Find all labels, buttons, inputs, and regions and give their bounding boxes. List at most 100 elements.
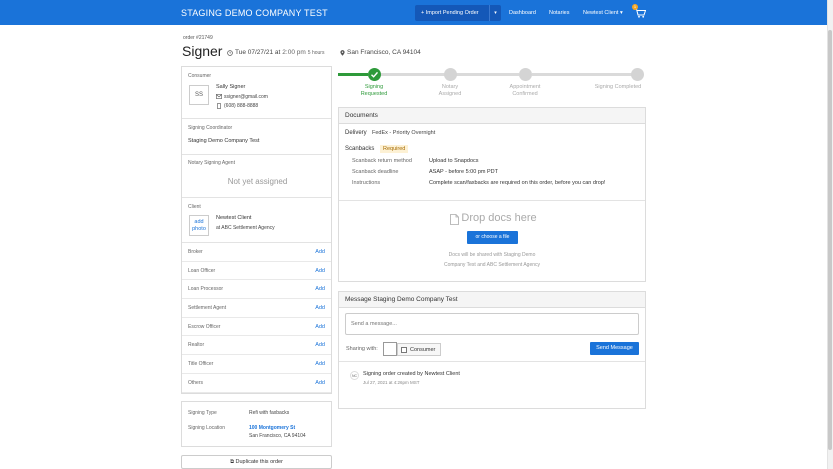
client-label: Client	[188, 204, 201, 210]
drop-note-line-1: Docs will be shared with Staging Demo	[448, 252, 536, 258]
top-navbar	[0, 0, 827, 25]
order-date: Tue 07/27/21 at	[235, 49, 281, 56]
role-label: Title Officer	[188, 361, 214, 368]
signing-type-value: Refi with faxbacks	[249, 410, 290, 416]
step-line1: Signing Completed	[594, 84, 642, 90]
brand-title[interactable]: STAGING DEMO COMPANY TEST	[181, 8, 328, 18]
consumer-name[interactable]: Sally Signer	[216, 84, 245, 90]
scanback-deadline-value: ASAP - before 5:00 pm PDT	[429, 169, 498, 175]
order-time: 2:00 pm	[282, 49, 306, 56]
role-add-link[interactable]: Add	[315, 342, 325, 348]
signing-location-city: San Francisco, CA 94104	[249, 433, 306, 439]
add-client-photo-button[interactable]: add photo	[189, 215, 209, 236]
activity-text: Signing order created by Newtest Client	[363, 371, 460, 377]
role-add-link[interactable]: Add	[315, 268, 325, 274]
step-dot	[444, 68, 457, 81]
nav-notaries[interactable]: Notaries	[549, 10, 569, 16]
broken-image-icon	[383, 342, 397, 356]
message-input[interactable]	[345, 313, 639, 335]
duplicate-label[interactable]: Duplicate this order	[236, 459, 283, 465]
check-icon	[371, 71, 379, 78]
notary-status: Not yet assigned	[227, 177, 288, 186]
role-row-escrow-officer: Escrow Officer Add	[182, 318, 331, 337]
email-icon	[216, 94, 222, 99]
scanback-method-label: Scanback return method	[352, 158, 412, 164]
step-line1: Appointment	[509, 84, 541, 90]
role-add-link[interactable]: Add	[315, 361, 325, 367]
choose-file-button[interactable]: or choose a file	[467, 231, 518, 244]
role-add-link[interactable]: Add	[315, 324, 325, 330]
nav-account-menu[interactable]: Newtest Client ▾	[583, 10, 623, 16]
client-section: Client add photo Newtest Client at ABC S…	[182, 198, 331, 243]
consumer-phone[interactable]: (608) 888-8888	[224, 103, 258, 109]
activity-author: Newtest Client	[424, 371, 460, 377]
role-add-link[interactable]: Add	[315, 249, 325, 255]
order-progress: Signing Requested Notary Assigned Appointm…	[338, 67, 646, 101]
coordinator-label: Signing Coordinator	[188, 125, 233, 131]
progress-line	[532, 73, 632, 76]
step-line2: Assigned	[438, 91, 462, 97]
divider	[339, 361, 645, 362]
add-photo-line-2[interactable]: photo	[190, 226, 208, 232]
import-dropdown-caret-icon[interactable]: ▾	[489, 5, 501, 21]
instructions-label: Instructions	[352, 180, 381, 186]
divider	[339, 200, 645, 201]
role-row-others: Others Add	[182, 374, 331, 393]
notary-label: Notary Signing Agent	[188, 160, 235, 166]
import-pending-order-button[interactable]: + Import Pending Order ▾	[415, 5, 501, 21]
message-title: Message Staging Demo Company Test	[339, 292, 645, 308]
role-label: Loan Officer	[188, 267, 216, 274]
role-label: Loan Processor	[188, 286, 224, 293]
step-dot	[519, 68, 532, 81]
activity-time: Jul 27, 2021 at 4:26pm MST	[363, 380, 420, 385]
role-label: Settlement Agent	[188, 305, 227, 312]
role-row-realtor: Realtor Add	[182, 336, 331, 356]
role-label: Others	[188, 379, 204, 386]
step-dot-done	[368, 68, 381, 81]
duplicate-order-button[interactable]: ⧉ Duplicate this order	[181, 455, 332, 469]
step-line1: Notary	[441, 84, 459, 90]
scanback-deadline-label: Scanback deadline	[352, 169, 399, 175]
signing-location-street[interactable]: 100 Montgomery St	[249, 425, 295, 431]
send-message-button[interactable]: Send Message	[590, 342, 639, 355]
instructions-value: Complete scan/faxbacks are required on t…	[429, 180, 606, 186]
signing-info-card: Signing Type Refi with faxbacks Signing …	[181, 401, 332, 447]
role-row-loan-officer: Loan Officer Add	[182, 262, 331, 281]
role-label: Broker	[188, 249, 203, 255]
map-pin-icon	[340, 49, 345, 56]
consumer-share-checkbox[interactable]	[401, 347, 407, 353]
progress-line	[380, 73, 445, 76]
progress-line-done	[338, 73, 368, 76]
role-add-link[interactable]: Add	[315, 380, 325, 386]
order-datetime: Tue 07/27/21 at 2:00 pm 5 hours	[227, 49, 324, 56]
signing-location-label: Signing Location	[188, 425, 225, 431]
step-label-confirmed: Appointment Confirmed	[505, 84, 545, 98]
activity-text-main: Signing order created by	[363, 371, 423, 377]
import-label[interactable]: + Import Pending Order	[415, 10, 489, 16]
role-label: Realtor	[188, 342, 205, 349]
order-location-text: San Francisco, CA 94104	[347, 49, 421, 56]
role-add-link[interactable]: Add	[315, 286, 325, 292]
page-scrollbar-thumb[interactable]	[828, 30, 832, 450]
role-row-title-officer: Title Officer Add	[182, 355, 331, 374]
scanbacks-required-badge: Required	[380, 145, 409, 153]
consumer-avatar: SS	[189, 85, 209, 105]
step-label-requested: Signing Requested	[354, 84, 394, 98]
consumer-share-toggle[interactable]: Consumer	[397, 343, 441, 356]
consumer-email[interactable]: ssigner@gmail.com	[224, 94, 268, 100]
step-label-completed: Signing Completed	[588, 84, 648, 91]
drop-zone-title[interactable]: Drop docs here	[339, 212, 645, 224]
add-photo-line-1[interactable]: add	[190, 219, 208, 225]
consumer-section: Consumer SS Sally Signer ssigner@gmail.c…	[182, 67, 331, 119]
documents-title: Documents	[339, 108, 645, 124]
client-company: at ABC Settlement Agency	[216, 225, 275, 231]
roles-list: Broker Add Loan Officer Add Loan Processor Ad…	[182, 243, 331, 393]
consumer-share-label[interactable]: Consumer	[410, 347, 435, 353]
step-line1: Signing	[364, 84, 384, 90]
role-label: Escrow Officer	[188, 323, 221, 330]
role-add-link[interactable]: Add	[315, 305, 325, 311]
drop-note-line-2: Company Test and ABC Settlement Agency	[443, 262, 541, 268]
nav-dashboard[interactable]: Dashboard	[509, 10, 536, 16]
step-dot	[631, 68, 644, 81]
phone-icon	[217, 103, 221, 109]
